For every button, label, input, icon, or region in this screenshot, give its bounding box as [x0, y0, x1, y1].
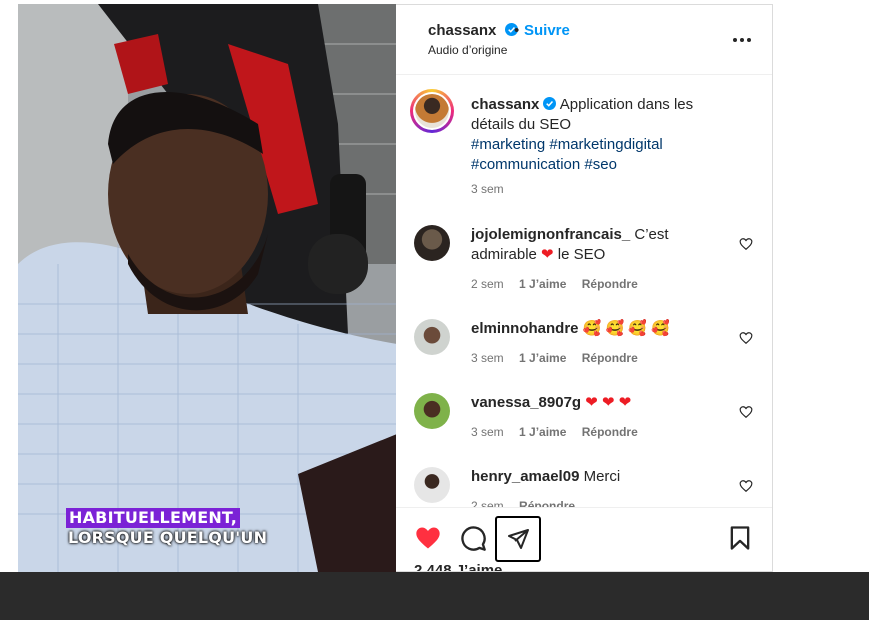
video-caption-line2: LORSQUE QUELQU'UN	[68, 528, 268, 547]
hashtag-link[interactable]: #communication	[471, 156, 580, 173]
post-side-panel: chassanx • Suivre Audio d’origine chassa…	[396, 4, 773, 572]
instagram-post-view: HABITUELLEMENT, LORSQUE QUELQU'UN chassa…	[0, 0, 869, 620]
caption-username[interactable]: chassanx	[471, 96, 539, 113]
video-caption-line1: HABITUELLEMENT,	[66, 508, 241, 528]
bookmark-icon[interactable]	[726, 524, 754, 552]
commenter-username[interactable]: elminnohandre	[471, 320, 579, 337]
commenter-avatar[interactable]	[414, 467, 450, 503]
author-avatar[interactable]	[410, 89, 454, 133]
commenter-username[interactable]: henry_amael09	[471, 468, 579, 485]
comment-meta: 2 sem 1 J’aime Répondre	[471, 277, 650, 291]
paper-plane-icon	[508, 529, 529, 549]
follow-button[interactable]: Suivre	[524, 22, 570, 39]
comment-bubble-icon[interactable]	[459, 524, 487, 552]
commenter-avatar[interactable]	[414, 319, 450, 355]
heart-outline-icon[interactable]	[739, 479, 753, 493]
comment-time[interactable]: 3 sem	[471, 351, 504, 365]
comment-text: henry_amael09 Merci	[471, 467, 721, 487]
bottom-dark-bar	[0, 572, 869, 620]
post-actions-bar: 2 448 J’aime	[396, 507, 772, 571]
heart-outline-icon[interactable]	[739, 405, 753, 419]
red-hearts-emoji: ❤ ❤ ❤	[585, 394, 632, 411]
hashtag-link[interactable]: #seo	[584, 156, 617, 173]
red-heart-emoji: ❤	[541, 246, 554, 263]
reply-button[interactable]: Répondre	[582, 425, 638, 439]
author-username[interactable]: chassanx	[428, 22, 518, 39]
hashtag-link[interactable]: #marketing	[471, 136, 545, 153]
header-separator: •	[514, 22, 520, 39]
comment-likes[interactable]: 1 J’aime	[519, 351, 566, 365]
more-options-icon[interactable]	[731, 29, 753, 51]
reply-button[interactable]: Répondre	[582, 351, 638, 365]
hashtag-link[interactable]: #marketingdigital	[549, 136, 662, 153]
heart-outline-icon[interactable]	[739, 237, 753, 251]
commenter-username[interactable]: vanessa_8907g	[471, 394, 581, 411]
like-heart-filled-icon[interactable]	[414, 524, 442, 552]
audio-link[interactable]: Audio d’origine	[428, 43, 507, 57]
post-header: chassanx • Suivre Audio d’origine	[396, 5, 772, 75]
comment-meta: 3 sem 1 J’aime Répondre	[471, 351, 650, 365]
comment-likes[interactable]: 1 J’aime	[519, 425, 566, 439]
reply-button[interactable]: Répondre	[582, 277, 638, 291]
author-username-text: chassanx	[428, 22, 497, 39]
share-button[interactable]	[495, 516, 541, 562]
comment-text: elminnohandre 🥰 🥰 🥰 🥰	[471, 319, 721, 339]
comment-likes[interactable]: 1 J’aime	[519, 277, 566, 291]
commenter-avatar[interactable]	[414, 225, 450, 261]
likes-count[interactable]: 2 448 J’aime	[414, 562, 502, 571]
comment-text: vanessa_8907g ❤ ❤ ❤	[471, 393, 721, 413]
heart-outline-icon[interactable]	[739, 331, 753, 345]
video-caption: HABITUELLEMENT, LORSQUE QUELQU'UN	[66, 508, 267, 548]
reel-video[interactable]: HABITUELLEMENT, LORSQUE QUELQU'UN	[18, 4, 397, 572]
commenter-username[interactable]: jojolemignonfrancais_	[471, 226, 630, 243]
page-margin	[0, 0, 18, 572]
comment-time[interactable]: 3 sem	[471, 425, 504, 439]
caption-timestamp[interactable]: 3 sem	[471, 182, 504, 196]
commenter-avatar[interactable]	[414, 393, 450, 429]
comment-time[interactable]: 2 sem	[471, 277, 504, 291]
comment-body-end: le SEO	[557, 246, 606, 263]
comment-meta: 3 sem 1 J’aime Répondre	[471, 425, 650, 439]
smiling-hearts-emoji: 🥰 🥰 🥰 🥰	[582, 320, 670, 337]
caption-text: chassanx Application dans les détails du…	[471, 95, 721, 175]
video-frame-illustration	[18, 4, 397, 572]
comment-body: Merci	[583, 468, 621, 485]
comment-text: jojolemignonfrancais_ C’est admirable ❤ …	[471, 225, 721, 265]
verified-badge-icon	[543, 97, 557, 110]
